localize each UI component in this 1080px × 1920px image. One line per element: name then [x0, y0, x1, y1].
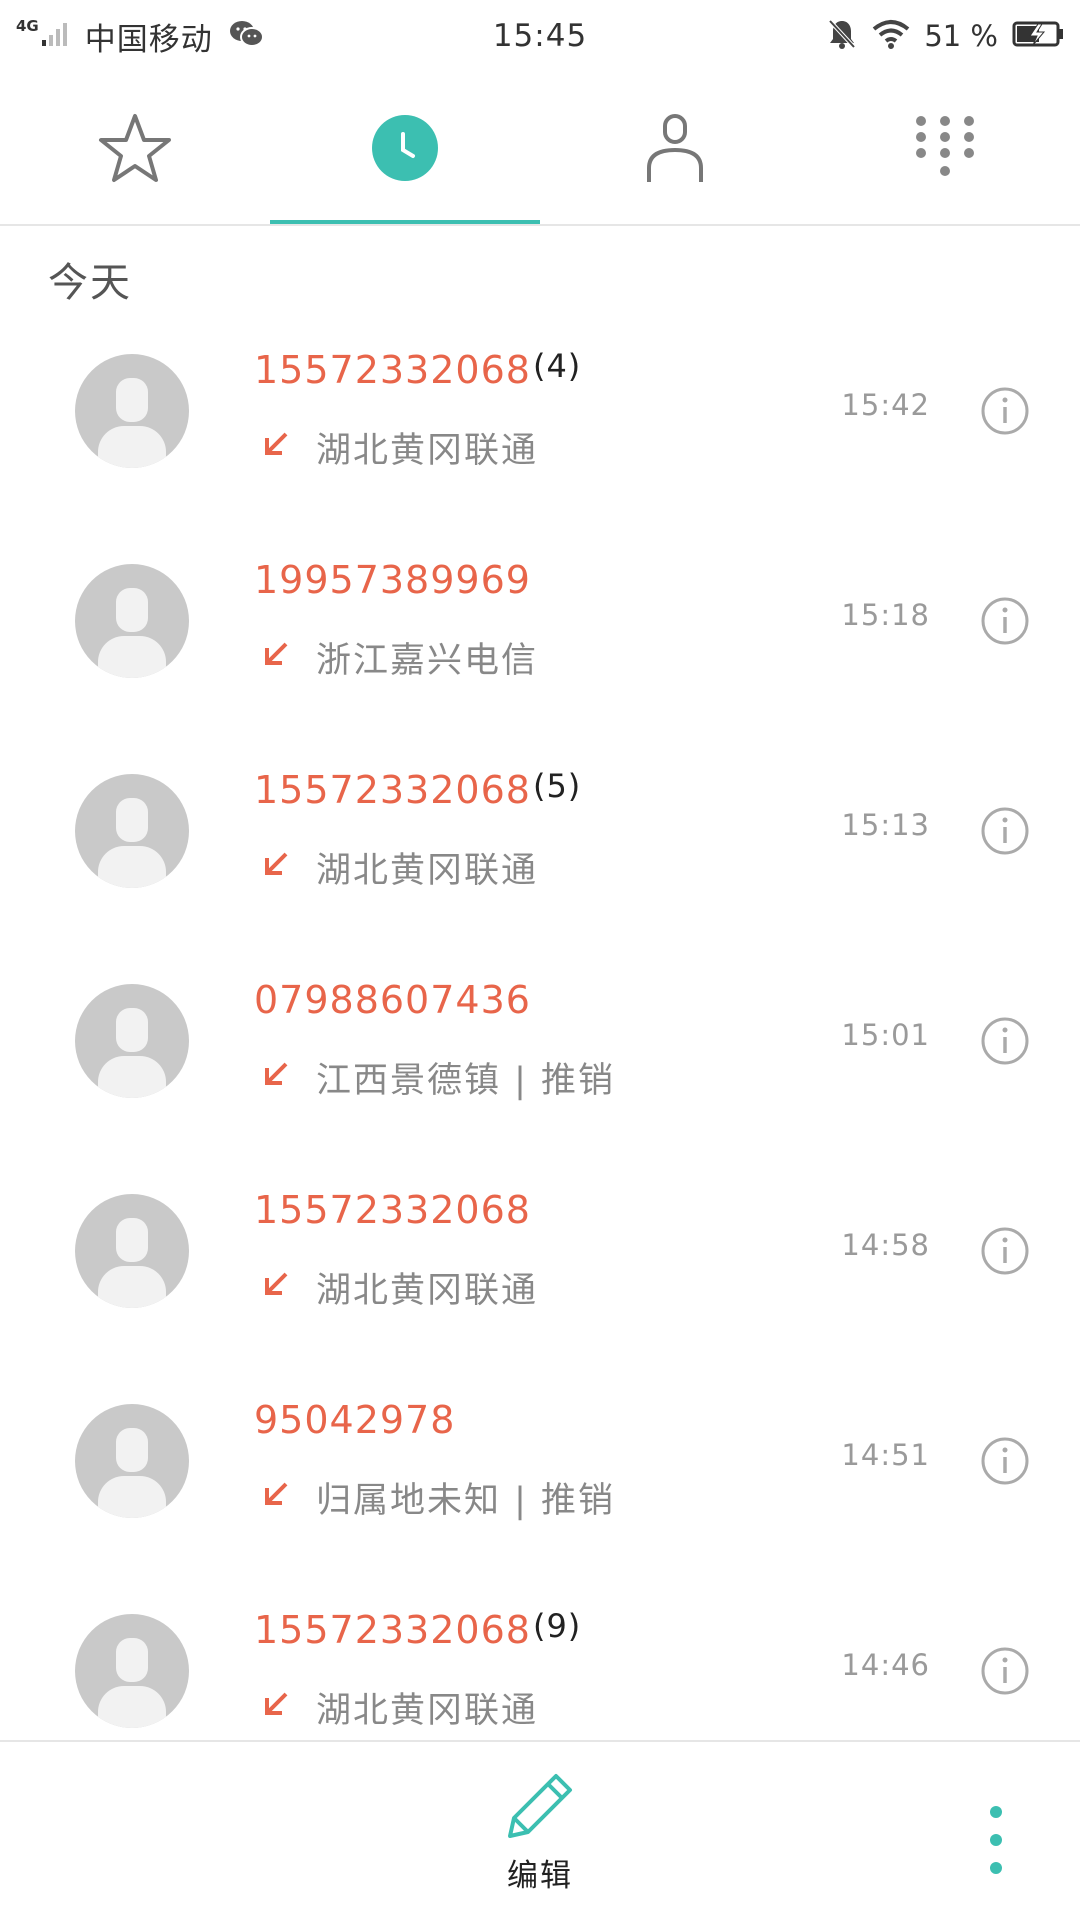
call-count: (5) [532, 767, 582, 805]
call-row[interactable]: 19957389969 浙江嘉兴电信 15:18 [0, 534, 1080, 744]
call-time: 14:46 [841, 1648, 930, 1682]
edit-label: 编辑 [507, 1858, 573, 1894]
avatar [75, 984, 189, 1098]
phone-number: 15572332068(5) [254, 767, 582, 812]
phone-number: 15572332068(9) [254, 1607, 582, 1652]
info-icon[interactable] [980, 596, 1030, 646]
avatar [75, 564, 189, 678]
call-location: 湖北黄冈联通 [316, 1691, 539, 1731]
avatar [75, 1404, 189, 1518]
phone-number: 95042978 [254, 1398, 456, 1442]
info-icon[interactable] [980, 806, 1030, 856]
tab-bar [0, 92, 1080, 226]
info-icon[interactable] [980, 1226, 1030, 1276]
phone-number: 07988607436 [254, 978, 531, 1022]
call-time: 14:58 [841, 1228, 930, 1262]
info-icon[interactable] [980, 1436, 1030, 1486]
call-time: 14:51 [841, 1438, 930, 1472]
incoming-call-icon [262, 850, 290, 882]
phone-number: 19957389969 [254, 558, 531, 602]
tab-indicator [270, 220, 540, 224]
call-location: 湖北黄冈联通 [316, 431, 539, 471]
tab-recents[interactable] [270, 92, 540, 224]
info-icon[interactable] [980, 386, 1030, 436]
tab-contacts[interactable] [540, 92, 810, 224]
status-right: 51 % [812, 16, 1064, 56]
incoming-call-icon [262, 430, 290, 462]
call-time: 15:18 [841, 598, 930, 632]
battery-percent: 51 % [924, 19, 998, 53]
more-vertical-icon[interactable] [976, 1798, 1016, 1888]
dialpad-icon [913, 113, 977, 187]
phone-number: 15572332068 [254, 1188, 531, 1232]
call-time: 15:42 [841, 388, 930, 422]
tab-favorites[interactable] [0, 92, 270, 224]
info-icon[interactable] [980, 1646, 1030, 1696]
incoming-call-icon [262, 1480, 290, 1512]
call-location: 归属地未知 | 推销 [316, 1481, 616, 1521]
call-time: 15:13 [841, 808, 930, 842]
call-row[interactable]: 15572332068(4) 湖北黄冈联通 15:42 [0, 324, 1080, 534]
call-count: (9) [532, 1607, 582, 1645]
bottom-bar: 编辑 [0, 1740, 1080, 1920]
call-log-screen: 4G 中国移动 15:45 51 % 今天 15572332068(4) 湖北黄… [0, 0, 1080, 1920]
avatar [75, 1194, 189, 1308]
person-icon [645, 112, 705, 188]
call-location: 江西景德镇 | 推销 [316, 1061, 616, 1101]
call-time: 15:01 [841, 1018, 930, 1052]
avatar [75, 1614, 189, 1728]
section-header-today: 今天 [48, 260, 132, 306]
pencil-icon [504, 1774, 576, 1844]
phone-number: 15572332068(4) [254, 347, 582, 392]
call-location: 浙江嘉兴电信 [316, 641, 539, 681]
call-count: (4) [532, 347, 582, 385]
call-row[interactable]: 07988607436 江西景德镇 | 推销 15:01 [0, 954, 1080, 1164]
call-location: 湖北黄冈联通 [316, 851, 539, 891]
battery-charging-icon [1012, 20, 1064, 52]
incoming-call-icon [262, 640, 290, 672]
status-bar: 4G 中国移动 15:45 51 % [0, 0, 1080, 72]
edit-button[interactable]: 编辑 [480, 1770, 600, 1900]
incoming-call-icon [262, 1270, 290, 1302]
star-icon [97, 112, 173, 188]
incoming-call-icon [262, 1060, 290, 1092]
wifi-icon [872, 19, 910, 53]
mute-bell-icon [826, 17, 858, 55]
call-row[interactable]: 95042978 归属地未知 | 推销 14:51 [0, 1374, 1080, 1584]
call-row[interactable]: 15572332068 湖北黄冈联通 14:58 [0, 1164, 1080, 1374]
avatar [75, 354, 189, 468]
info-icon[interactable] [980, 1016, 1030, 1066]
clock-icon [371, 114, 439, 186]
incoming-call-icon [262, 1690, 290, 1722]
tab-dialpad[interactable] [810, 92, 1080, 224]
avatar [75, 774, 189, 888]
call-location: 湖北黄冈联通 [316, 1271, 539, 1311]
call-row[interactable]: 15572332068(5) 湖北黄冈联通 15:13 [0, 744, 1080, 954]
